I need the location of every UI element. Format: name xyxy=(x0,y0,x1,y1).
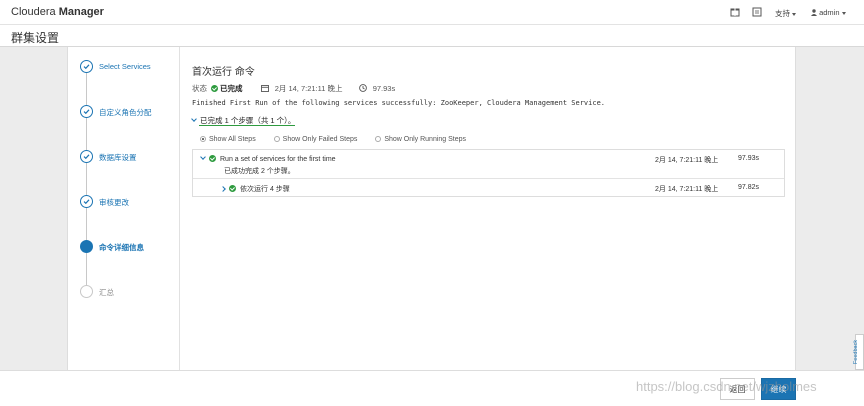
chevron-right-icon[interactable] xyxy=(220,186,226,192)
wizard-step-label: 汇总 xyxy=(99,288,114,297)
table-row[interactable]: 依次运行 4 步骤 2月 14, 7:21:11 晚上 97.82s xyxy=(193,179,784,197)
success-check-icon xyxy=(229,185,236,193)
filter-label: Show All Steps xyxy=(209,136,256,143)
support-menu-label: 支持 xyxy=(775,9,790,18)
wizard-panel: Select Services 自定义角色分配 数据库设置 审核更改 命令详细信… xyxy=(67,47,796,370)
wizard-footer: 返回 继续 xyxy=(0,370,864,406)
feedback-tab[interactable]: Feedback xyxy=(853,334,864,370)
wizard-step-command-details[interactable]: 命令详细信息 xyxy=(80,240,180,254)
brand-name-light: Cloudera xyxy=(11,6,56,18)
wizard-step-label: 审核更改 xyxy=(99,198,129,207)
success-check-icon xyxy=(209,155,216,163)
filter-label: Show Only Running Steps xyxy=(384,136,467,143)
top-navbar: Cloudera Manager 支持 admin xyxy=(0,0,864,25)
brand-name-bold: Manager xyxy=(58,6,104,18)
chevron-down-icon xyxy=(191,116,197,122)
brand-logo[interactable]: Cloudera Manager xyxy=(11,6,104,18)
wizard-step-label: Select Services xyxy=(99,62,151,71)
page-title: 群集设置 xyxy=(11,31,60,45)
wizard-step-database-setup[interactable]: 数据库设置 xyxy=(80,150,180,164)
wizard-step-review-changes[interactable]: 审核更改 xyxy=(80,195,180,209)
progress-underline xyxy=(199,125,295,126)
step-name-cell: Run a set of services for the first time xyxy=(200,154,336,163)
radio-icon xyxy=(273,136,280,142)
wizard-step-connector xyxy=(86,66,87,291)
status-value: 已完成 xyxy=(220,84,243,93)
step-duration: 97.93s xyxy=(738,155,760,162)
calendar-icon xyxy=(260,85,269,92)
success-check-icon xyxy=(211,85,218,93)
wizard-step-label: 数据库设置 xyxy=(99,153,137,162)
wizard-step-label: 命令详细信息 xyxy=(99,243,144,252)
parcel-icon[interactable] xyxy=(730,7,740,17)
check-icon xyxy=(80,60,93,73)
steps-summary-text: 已完成 1 个步骤（共 1 个）。 xyxy=(200,116,296,125)
step-subtext: 已成功完成 2 个步骤。 xyxy=(224,168,295,175)
step-name: Run a set of services for the first time xyxy=(220,156,336,163)
continue-button[interactable]: 继续 xyxy=(761,378,796,400)
chevron-down-icon xyxy=(792,12,796,16)
check-icon xyxy=(80,195,93,208)
user-menu-label: admin xyxy=(819,8,840,17)
wizard-step-label: 自定义角色分配 xyxy=(99,108,152,117)
steps-table: Run a set of services for the first time… xyxy=(192,149,785,197)
radio-selected-icon xyxy=(200,136,206,142)
step-filters: Show All Steps Show Only Failed Steps Sh… xyxy=(200,136,482,143)
command-title: 首次运行 命令 xyxy=(192,67,255,78)
page-title-bar: 群集设置 xyxy=(0,25,864,47)
filter-show-all-steps[interactable]: Show All Steps xyxy=(200,136,256,143)
support-menu[interactable]: 支持 xyxy=(775,8,796,19)
wizard-step-role-assignment[interactable]: 自定义角色分配 xyxy=(80,105,180,119)
user-icon xyxy=(811,9,817,16)
step-time: 2月 14, 7:21:11 晚上 xyxy=(655,186,719,193)
chevron-down-icon[interactable] xyxy=(200,154,206,160)
command-status-row: 状态 已完成 2月 14, 7:21:11 晚上 97.93s xyxy=(192,83,395,94)
filter-show-failed-steps[interactable]: Show Only Failed Steps xyxy=(273,136,358,143)
wizard-step-select-services[interactable]: Select Services xyxy=(80,60,180,74)
main-stage: Select Services 自定义角色分配 数据库设置 审核更改 命令详细信… xyxy=(0,47,864,370)
step-name: 依次运行 4 步骤 xyxy=(240,186,290,193)
check-icon xyxy=(80,105,93,118)
radio-icon xyxy=(375,136,382,142)
step-duration: 97.82s xyxy=(738,184,760,191)
user-menu[interactable]: admin xyxy=(811,8,846,17)
command-result-message: Finished First Run of the following serv… xyxy=(192,99,606,107)
clock-icon xyxy=(358,84,367,92)
feedback-label: Feedback xyxy=(853,339,860,365)
back-button[interactable]: 返回 xyxy=(720,378,755,400)
command-details: 首次运行 命令 状态 已完成 2月 14, 7:21:11 晚上 97.93s F… xyxy=(191,47,792,370)
tasks-icon[interactable] xyxy=(752,7,762,17)
chevron-down-icon xyxy=(841,11,846,15)
wizard-steps: Select Services 自定义角色分配 数据库设置 审核更改 命令详细信… xyxy=(68,47,180,370)
wizard-step-summary: 汇总 xyxy=(80,285,180,299)
command-date: 2月 14, 7:21:11 晚上 xyxy=(274,84,343,93)
filter-label: Show Only Failed Steps xyxy=(282,136,358,143)
table-row[interactable]: Run a set of services for the first time… xyxy=(193,150,784,179)
status-label: 状态 xyxy=(192,84,207,93)
check-icon xyxy=(80,150,93,163)
active-step-icon xyxy=(80,240,93,253)
filter-show-running-steps[interactable]: Show Only Running Steps xyxy=(375,136,466,143)
step-time: 2月 14, 7:21:11 晚上 xyxy=(655,157,719,164)
step-name-cell: 依次运行 4 步骤 xyxy=(220,184,290,194)
command-duration: 97.93s xyxy=(372,84,396,93)
pending-step-icon xyxy=(80,285,93,298)
